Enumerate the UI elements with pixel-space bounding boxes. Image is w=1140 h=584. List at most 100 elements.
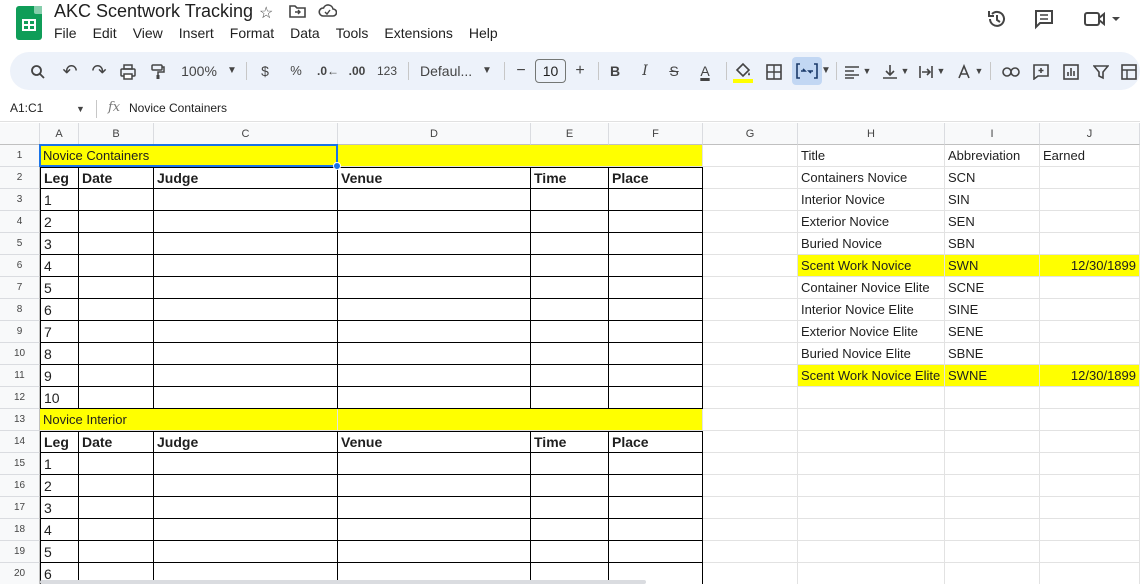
column-header-f[interactable]: F [609,123,703,145]
cell-i16[interactable] [945,475,1040,497]
valign-chevron-down-icon[interactable]: ▼ [900,52,910,90]
cell-h9[interactable]: Exterior Novice Elite [798,321,945,343]
cell-i12[interactable] [945,387,1040,409]
cell-f12[interactable] [609,387,703,409]
wrap-chevron-down-icon[interactable]: ▼ [936,52,946,90]
strikethrough-button[interactable]: S [666,52,682,90]
cell-i8[interactable]: SINE [945,299,1040,321]
row-header-10[interactable]: 10 [0,343,40,365]
menu-extensions[interactable]: Extensions [384,25,461,41]
cell-g10[interactable] [703,343,798,365]
cell-a9[interactable]: 7 [40,321,79,343]
cell-h17[interactable] [798,497,945,519]
menu-file[interactable]: File [54,25,86,41]
cell-j17[interactable] [1040,497,1140,519]
column-header-c[interactable]: C [154,123,338,145]
cell-j19[interactable] [1040,541,1140,563]
column-header-g[interactable]: G [703,123,798,145]
insert-chart-icon[interactable] [1060,52,1082,90]
cell-e6[interactable] [531,255,609,277]
cell-h6[interactable]: Scent Work Novice [798,255,945,277]
menu-tools[interactable]: Tools [336,25,378,41]
text-color-button[interactable]: A [694,52,716,90]
header-place-2[interactable]: Place [609,167,703,189]
header-judge-2[interactable]: Judge [154,167,338,189]
merge-chevron-down-icon[interactable]: ▼ [820,52,832,90]
cell-d7[interactable] [338,277,531,299]
header-time-2[interactable]: Time [531,167,609,189]
row-header-13[interactable]: 13 [0,409,40,431]
cell-j8[interactable] [1040,299,1140,321]
star-icon[interactable]: ☆ [259,3,273,23]
cell-i13[interactable] [945,409,1040,431]
cell-e16[interactable] [531,475,609,497]
cell-g4[interactable] [703,211,798,233]
cell-e17[interactable] [531,497,609,519]
cell-g8[interactable] [703,299,798,321]
cell-j2[interactable] [1040,167,1140,189]
header-judge-14[interactable]: Judge [154,431,338,453]
cell-b5[interactable] [79,233,154,255]
cell-b8[interactable] [79,299,154,321]
cell-i19[interactable] [945,541,1040,563]
borders-icon[interactable] [763,52,785,90]
row-header-19[interactable]: 19 [0,541,40,563]
horizontal-scrollbar[interactable] [40,580,646,584]
row-header-17[interactable]: 17 [0,497,40,519]
header-leg-2[interactable]: Leg [40,167,79,189]
document-title[interactable]: AKC Scentwork Tracking [54,1,253,22]
row-header-8[interactable]: 8 [0,299,40,321]
decrease-decimal-button[interactable]: .0← [315,52,341,90]
fill-handle[interactable] [333,162,341,170]
cell-i4[interactable]: SEN [945,211,1040,233]
section-title-novice-interior[interactable]: Novice Interior [40,409,338,431]
cell-g14[interactable] [703,431,798,453]
cell-a6[interactable]: 4 [40,255,79,277]
column-header-i[interactable]: I [945,123,1040,145]
filter-icon[interactable] [1090,52,1112,90]
cell-g19[interactable] [703,541,798,563]
cell-c16[interactable] [154,475,338,497]
cell-b18[interactable] [79,519,154,541]
spreadsheet-grid[interactable]: A B C D E F G H I J 1 2 3 4 5 6 7 8 9 10 11 12 13 14 15 16 17 18 19 2… [0,123,1140,584]
cell-c6[interactable] [154,255,338,277]
cell-f11[interactable] [609,365,703,387]
cell-h5[interactable]: Buried Novice [798,233,945,255]
header-place-14[interactable]: Place [609,431,703,453]
cell-g18[interactable] [703,519,798,541]
cell-g6[interactable] [703,255,798,277]
cell-d18[interactable] [338,519,531,541]
cell-a19[interactable]: 5 [40,541,79,563]
cell-f17[interactable] [609,497,703,519]
name-box-chevron-down-icon[interactable]: ▼ [76,104,85,114]
cell-c12[interactable] [154,387,338,409]
menu-help[interactable]: Help [469,25,507,41]
row-header-14[interactable]: 14 [0,431,40,453]
cell-f19[interactable] [609,541,703,563]
redo-icon[interactable]: ↷ [87,52,111,90]
cell-i11[interactable]: SWNE [945,365,1040,387]
row-header-9[interactable]: 9 [0,321,40,343]
column-header-a[interactable]: A [40,123,79,145]
menu-format[interactable]: Format [230,25,283,41]
cell-g13[interactable] [703,409,798,431]
search-menus-icon[interactable] [26,52,50,90]
header-venue-14[interactable]: Venue [338,431,531,453]
cell-a5[interactable]: 3 [40,233,79,255]
cell-a15[interactable]: 1 [40,453,79,475]
row-header-5[interactable]: 5 [0,233,40,255]
cell-g2[interactable] [703,167,798,189]
cell-f9[interactable] [609,321,703,343]
row-header-15[interactable]: 15 [0,453,40,475]
cell-h20[interactable] [798,563,945,584]
cell-f3[interactable] [609,189,703,211]
cell-d1-f1[interactable] [338,145,703,167]
vertical-align-icon[interactable] [880,52,900,90]
column-header-b[interactable]: B [79,123,154,145]
cell-j12[interactable] [1040,387,1140,409]
cell-a16[interactable]: 2 [40,475,79,497]
cell-c19[interactable] [154,541,338,563]
column-header-h[interactable]: H [798,123,945,145]
text-rotation-icon[interactable] [954,52,974,90]
cell-h2[interactable]: Containers Novice [798,167,945,189]
